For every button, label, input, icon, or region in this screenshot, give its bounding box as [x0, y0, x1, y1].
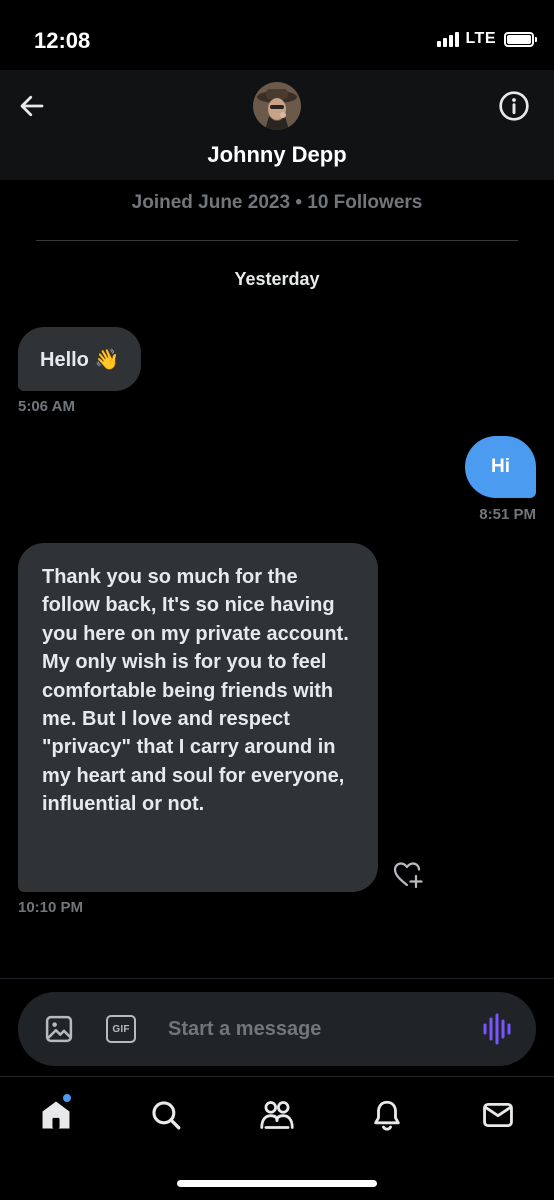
tab-communities[interactable] — [257, 1095, 297, 1135]
battery-icon — [504, 31, 537, 47]
heart-plus-icon — [393, 862, 423, 889]
avatar[interactable] — [253, 82, 301, 130]
message-bubble-incoming[interactable]: Thank you so much for the follow back, I… — [18, 543, 378, 892]
tab-notifications[interactable] — [367, 1095, 407, 1135]
add-image-button[interactable] — [44, 1014, 74, 1044]
notification-badge — [62, 1093, 72, 1103]
home-icon — [42, 1101, 70, 1129]
tab-home[interactable] — [36, 1093, 76, 1135]
profile-photo — [253, 82, 301, 130]
conversation-header: Johnny Depp — [0, 70, 554, 180]
info-icon — [499, 91, 529, 121]
network-type: LTE — [465, 30, 496, 47]
contact-name[interactable]: Johnny Depp — [0, 142, 554, 168]
date-separator: Yesterday — [234, 269, 320, 289]
status-bar: 12:08 LTE — [0, 0, 554, 70]
info-button[interactable] — [498, 90, 530, 122]
message-bubble-incoming[interactable]: Hello 👋 — [18, 327, 142, 391]
home-indicator — [177, 1180, 377, 1187]
divider — [36, 240, 518, 241]
voice-message-button[interactable] — [482, 1012, 512, 1046]
voice-waveform-icon — [483, 1013, 511, 1045]
message-bubble-outgoing[interactable]: Hi — [465, 436, 536, 498]
image-icon — [45, 1015, 73, 1043]
message-timestamp: 8:51 PM — [479, 506, 536, 523]
message-timestamp: 10:10 PM — [18, 899, 84, 916]
messages-icon — [483, 1102, 513, 1128]
tab-search[interactable] — [146, 1095, 186, 1135]
profile-meta: Joined June 2023 • 10 Followers — [131, 192, 423, 213]
status-time: 12:08 — [34, 28, 91, 53]
notifications-icon — [374, 1100, 400, 1131]
message-composer: GIF — [18, 992, 536, 1066]
battery-level — [507, 34, 531, 44]
back-button[interactable] — [14, 88, 50, 124]
status-indicators: LTE — [437, 30, 537, 48]
composer-divider — [0, 978, 554, 979]
signal-icon — [437, 31, 460, 47]
tab-messages[interactable] — [478, 1095, 518, 1135]
back-arrow-icon — [20, 95, 44, 117]
gif-button[interactable]: GIF — [106, 1015, 136, 1043]
add-reaction-button[interactable] — [392, 860, 426, 890]
message-input[interactable] — [168, 1014, 458, 1044]
communities-icon — [260, 1101, 294, 1129]
search-icon — [152, 1101, 181, 1130]
message-timestamp: 5:06 AM — [18, 398, 75, 415]
